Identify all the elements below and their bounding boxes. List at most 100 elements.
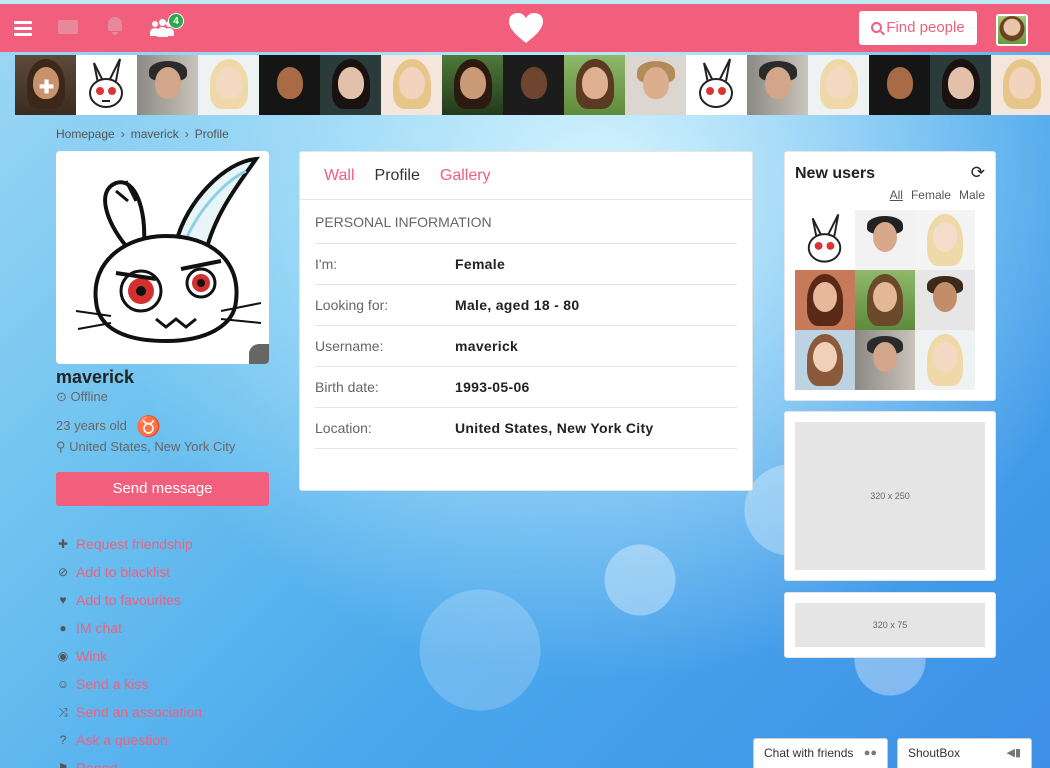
send-a-kiss-link[interactable]: ☺ Send a kiss <box>56 670 269 698</box>
breadcrumb-username[interactable]: maverick <box>131 127 179 141</box>
breadcrumb-homepage[interactable]: Homepage <box>56 127 115 141</box>
send-an-association-link[interactable]: ⤨ Send an association <box>56 698 269 726</box>
info-value: United States, New York City <box>455 420 654 436</box>
info-row: Location: United States, New York City <box>315 408 737 449</box>
strip-thumb[interactable] <box>625 55 686 115</box>
strip-thumb[interactable] <box>564 55 625 115</box>
shoutbox-button[interactable]: ShoutBox ◀▮ <box>897 738 1032 768</box>
strip-thumb[interactable] <box>930 55 991 115</box>
filter-female[interactable]: Female <box>911 188 951 202</box>
info-row: I'm: Female <box>315 244 737 285</box>
info-key: I'm: <box>315 256 338 272</box>
map-marker-icon: ⚲ <box>56 439 70 454</box>
zodiac-taurus-icon: ♉ <box>136 416 161 438</box>
request-friendship-link[interactable]: ✚ Request friendship <box>56 530 269 558</box>
im-chat-link[interactable]: ● IM chat <box>56 614 269 642</box>
new-user-thumb[interactable] <box>915 270 975 330</box>
strip-thumb[interactable] <box>442 55 503 115</box>
refresh-icon[interactable]: ⟳ <box>971 163 985 183</box>
action-label: Ask a question <box>76 732 168 748</box>
report-link[interactable]: ⚑ Report <box>56 754 269 768</box>
photo-corner-icon <box>249 344 269 364</box>
action-label: Add to favourites <box>76 592 182 608</box>
flag-icon: ⚑ <box>57 761 69 768</box>
new-user-thumb[interactable] <box>855 330 915 390</box>
add-photo-icon[interactable]: ✚ <box>39 77 54 98</box>
strip-thumb[interactable] <box>503 55 564 115</box>
filter-all[interactable]: All <box>890 188 903 202</box>
profile-location: ⚲ United States, New York City <box>56 439 235 455</box>
add-to-blacklist-link[interactable]: ⊘ Add to blacklist <box>56 558 269 586</box>
strip-thumb[interactable]: ✚ <box>15 55 76 115</box>
strip-thumb[interactable] <box>381 55 442 115</box>
action-label: Report <box>76 760 119 768</box>
new-users-widget: New users ⟳ All Female Male <box>784 151 996 401</box>
action-label: Wink <box>76 648 108 664</box>
info-key: Location: <box>315 420 372 436</box>
chat-bubbles-icon: ●● <box>863 747 877 759</box>
new-user-thumb[interactable] <box>795 270 855 330</box>
ad-placeholder[interactable]: 320 x 75 <box>795 603 985 647</box>
find-people-button[interactable]: Find people <box>859 11 977 45</box>
strip-thumb[interactable] <box>686 55 747 115</box>
action-label: Add to blacklist <box>76 564 171 580</box>
chat-label: Chat with friends <box>764 746 854 760</box>
info-key: Username: <box>315 338 384 354</box>
send-message-button[interactable]: Send message <box>56 472 269 506</box>
info-row: Birth date: 1993-05-06 <box>315 367 737 408</box>
strip-thumb[interactable] <box>991 55 1050 115</box>
strip-thumb[interactable] <box>76 55 137 115</box>
profile-tabs: Wall Profile Gallery <box>300 152 752 200</box>
profile-details-card: Wall Profile Gallery PERSONAL INFORMATIO… <box>299 151 753 491</box>
rabbit-avatar-icon <box>699 58 733 108</box>
menu-icon[interactable] <box>14 21 32 39</box>
smile-icon: ☺ <box>56 677 70 691</box>
tab-gallery[interactable]: Gallery <box>440 167 491 185</box>
action-label: IM chat <box>76 620 122 636</box>
ad-slot-large: 320 x 250 <box>784 411 996 581</box>
new-user-thumb[interactable] <box>795 210 855 270</box>
new-user-thumb[interactable] <box>855 270 915 330</box>
rabbit-avatar-icon <box>89 58 123 108</box>
breadcrumb-profile: Profile <box>194 127 229 141</box>
info-key: Looking for: <box>315 297 389 313</box>
clock-icon: ⊙ <box>56 389 71 404</box>
info-value: maverick <box>455 338 519 354</box>
new-user-thumb[interactable] <box>855 210 915 270</box>
strip-thumb[interactable] <box>869 55 930 115</box>
online-status: ⊙ Offline <box>56 389 108 405</box>
strip-thumb[interactable] <box>137 55 198 115</box>
chat-bubbles-icon: ● <box>59 621 67 635</box>
strip-thumb[interactable] <box>320 55 381 115</box>
heart-icon: ♥ <box>59 593 67 607</box>
ask-a-question-link[interactable]: ? Ask a question <box>56 726 269 754</box>
filter-male[interactable]: Male <box>959 188 985 202</box>
heart-logo-icon[interactable] <box>508 12 544 44</box>
breadcrumb-separator: › <box>184 127 189 141</box>
envelope-icon[interactable] <box>58 20 78 34</box>
new-user-thumb[interactable] <box>915 330 975 390</box>
eye-icon: ◉ <box>57 649 69 663</box>
wink-link[interactable]: ◉ Wink <box>56 642 269 670</box>
location-text: United States, New York City <box>69 439 236 454</box>
breadcrumb: Homepage › maverick › Profile <box>56 127 229 141</box>
strip-thumb[interactable] <box>808 55 869 115</box>
tab-profile[interactable]: Profile <box>375 167 420 185</box>
add-to-favourites-link[interactable]: ♥ Add to favourites <box>56 586 269 614</box>
strip-thumb[interactable] <box>198 55 259 115</box>
chat-with-friends-button[interactable]: Chat with friends ●● <box>753 738 888 768</box>
tab-wall[interactable]: Wall <box>324 167 355 185</box>
strip-thumb[interactable] <box>259 55 320 115</box>
new-user-thumb[interactable] <box>915 210 975 270</box>
bell-icon[interactable] <box>107 17 123 35</box>
strip-thumb[interactable] <box>747 55 808 115</box>
find-people-label: Find people <box>886 19 965 36</box>
new-user-thumb[interactable] <box>795 330 855 390</box>
ban-icon: ⊘ <box>57 565 69 579</box>
profile-picture[interactable] <box>56 151 269 364</box>
breadcrumb-separator: › <box>120 127 125 141</box>
plus-icon: ✚ <box>57 537 69 551</box>
profile-age: 23 years old <box>56 418 127 433</box>
ad-placeholder[interactable]: 320 x 250 <box>795 422 985 570</box>
user-avatar[interactable] <box>996 14 1028 46</box>
